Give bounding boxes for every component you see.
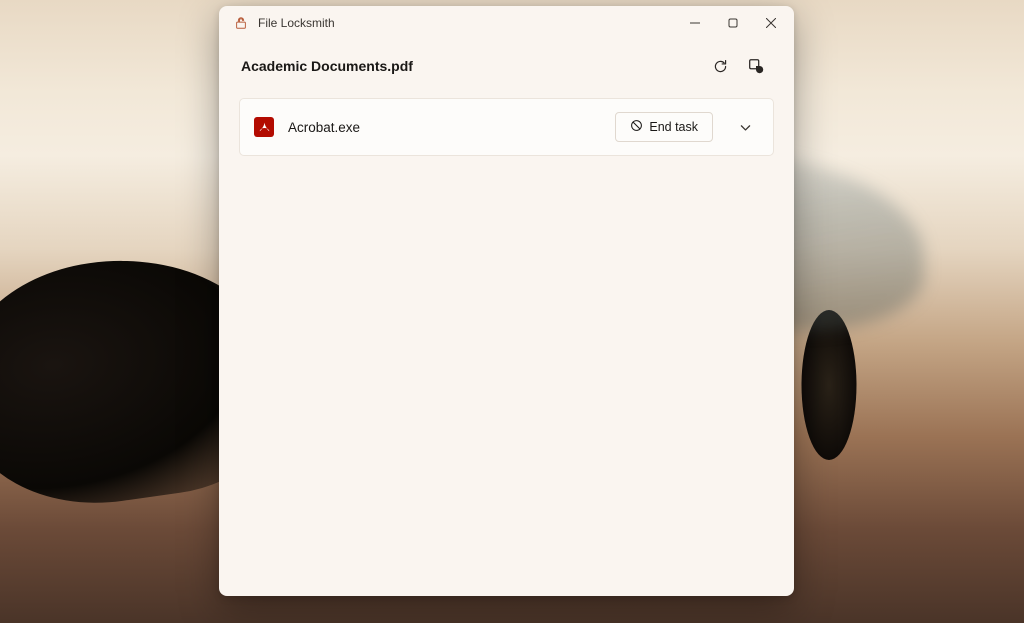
minimize-button[interactable]	[676, 8, 714, 38]
prohibit-icon	[630, 119, 643, 135]
process-name: Acrobat.exe	[288, 120, 601, 135]
titlebar[interactable]: File Locksmith	[219, 6, 794, 40]
file-name: Academic Documents.pdf	[241, 58, 413, 74]
end-task-button[interactable]: End task	[615, 112, 713, 142]
acrobat-icon	[254, 117, 274, 137]
maximize-button[interactable]	[714, 8, 752, 38]
app-window: File Locksmith Academic Documents.pdf	[219, 6, 794, 596]
end-task-label: End task	[649, 120, 698, 134]
close-button[interactable]	[752, 8, 790, 38]
content-area: Academic Documents.pdf	[219, 40, 794, 596]
refresh-button[interactable]	[704, 50, 736, 82]
lock-open-icon	[233, 16, 248, 31]
process-row: Acrobat.exe End task	[239, 98, 774, 156]
expand-button[interactable]	[731, 113, 759, 141]
app-title: File Locksmith	[258, 16, 335, 30]
restart-admin-button[interactable]	[740, 50, 772, 82]
